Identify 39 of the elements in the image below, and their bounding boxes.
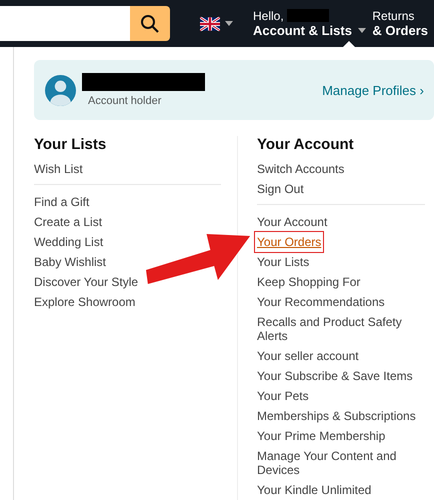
language-menu[interactable] [198, 14, 235, 32]
menu-link[interactable]: Sign Out [257, 179, 304, 199]
column-heading: Your Lists [34, 136, 108, 154]
greeting: Hello, [253, 8, 284, 22]
account-label: Account & Lists [253, 22, 352, 38]
flag-icon [200, 16, 220, 30]
returns-orders-link[interactable]: Returns & Orders [372, 8, 428, 38]
account-role: Account holder [88, 95, 162, 107]
menu-link[interactable]: Recalls and Product Safety Alerts [257, 312, 425, 346]
search-field[interactable] [0, 6, 130, 41]
redaction [286, 9, 329, 22]
account-menu[interactable]: Hello, Account & Lists [253, 8, 366, 38]
menu-link[interactable]: Create a List [34, 212, 102, 232]
menu-link[interactable]: Explore Showroom [34, 292, 136, 312]
menu-link[interactable]: Wish List [34, 159, 83, 179]
menu-link[interactable]: Your Account [257, 212, 328, 232]
column-heading: Your Account [257, 136, 355, 154]
menu-link[interactable]: Discover Your Style [34, 272, 138, 292]
menu-link[interactable]: Manage Your Content and Devices [257, 446, 425, 480]
menu-link[interactable]: Your Prime Membership [257, 426, 386, 446]
menu-link[interactable]: Your Orders [257, 234, 322, 250]
menu-link[interactable]: Baby Wishlist [34, 252, 106, 272]
menu-link[interactable]: Your seller account [257, 346, 359, 366]
dropdown-pointer [342, 41, 356, 48]
avatar-icon [45, 74, 76, 106]
menu-link[interactable]: Find a Gift [34, 192, 90, 212]
search-icon [140, 14, 160, 34]
search-button[interactable] [130, 6, 170, 41]
menu-link[interactable]: Switch Accounts [257, 159, 344, 179]
menu-link[interactable]: Your Subscribe & Save Items [257, 366, 413, 386]
menu-link[interactable]: Keep Shopping For [257, 272, 360, 292]
menu-link[interactable]: Wedding List [34, 232, 104, 252]
menu-link[interactable]: Memberships & Subscriptions [257, 406, 416, 426]
menu-link[interactable]: Your Pets [257, 386, 309, 406]
manage-profiles-link[interactable]: Manage Profiles › [322, 82, 424, 98]
menu-link[interactable]: Your Kindle Unlimited [257, 480, 372, 500]
caret-icon [225, 21, 233, 26]
menu-link[interactable]: Your Recommendations [257, 292, 385, 312]
menu-link[interactable]: Your Lists [257, 252, 310, 272]
